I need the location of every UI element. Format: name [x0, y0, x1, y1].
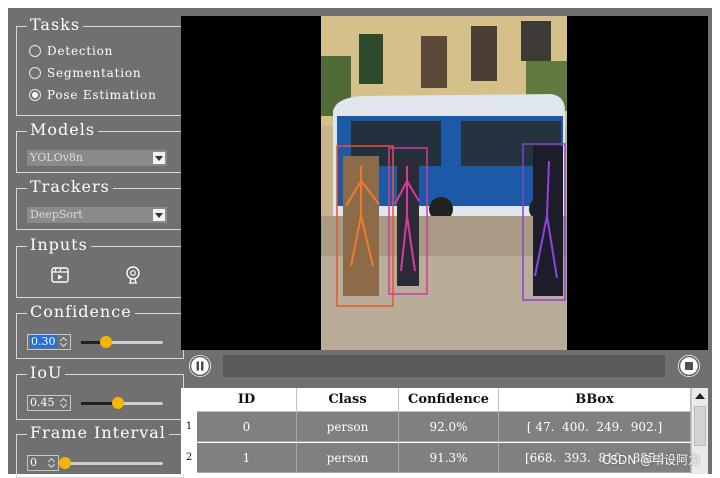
chevron-down-icon[interactable]	[153, 152, 165, 164]
tracker-select[interactable]: DeepSort	[27, 207, 167, 223]
table-header: ID Class Confidence BBox	[197, 388, 691, 412]
cell-id: 1	[197, 443, 297, 473]
row-number: 2	[181, 443, 197, 473]
column-header-class[interactable]: Class	[297, 388, 399, 412]
scrollbar-thumb[interactable]	[694, 406, 706, 446]
cell-class: person	[297, 412, 399, 442]
video-display	[181, 16, 708, 350]
row-number: 1	[181, 412, 197, 442]
models-title: Models	[27, 121, 99, 139]
column-header-bbox[interactable]: BBox	[499, 388, 691, 412]
chevron-down-icon[interactable]	[153, 209, 165, 221]
task-segmentation[interactable]: Segmentation	[29, 65, 141, 81]
frame-interval-slider-handle[interactable]	[59, 457, 71, 469]
tracker-select-value: DeepSort	[30, 208, 83, 221]
scroll-up-icon[interactable]	[694, 390, 706, 402]
frame-interval-value: 0	[30, 456, 37, 469]
models-group: Models YOLOv8n	[16, 121, 184, 173]
cell-bbox: [ 47. 400. 249. 902.]	[499, 412, 691, 442]
watermark: CSDN @毕设阿力	[601, 453, 700, 467]
slider-rest	[65, 462, 163, 465]
iou-slider-handle[interactable]	[112, 397, 124, 409]
video-frame	[321, 16, 567, 350]
confidence-slider[interactable]	[81, 336, 163, 348]
cell-confidence: 92.0%	[399, 412, 499, 442]
confidence-value: 0.30	[30, 335, 57, 348]
trackers-title: Trackers	[27, 178, 113, 196]
radio-segmentation[interactable]	[29, 67, 41, 79]
trackers-group: Trackers DeepSort	[16, 178, 184, 230]
confidence-title: Confidence	[27, 303, 135, 321]
radio-detection[interactable]	[29, 45, 41, 57]
slider-rest	[106, 341, 163, 344]
iou-title: IoU	[27, 364, 66, 382]
model-select-value: YOLOv8n	[30, 151, 83, 164]
stop-icon[interactable]	[678, 355, 700, 377]
webcam-icon[interactable]	[122, 264, 144, 286]
iou-value: 0.45	[30, 396, 55, 409]
inputs-group: Inputs	[16, 236, 184, 298]
confidence-spinbox[interactable]: 0.30	[27, 334, 71, 350]
model-select[interactable]: YOLOv8n	[27, 150, 167, 166]
task-detection-label: Detection	[47, 44, 114, 58]
column-header-id[interactable]: ID	[197, 388, 297, 412]
table-row[interactable]: 0 person 92.0% [ 47. 400. 249. 902.]	[197, 412, 691, 442]
slider-rest	[118, 402, 163, 405]
iou-group: IoU 0.45	[16, 364, 184, 420]
cell-class: person	[297, 443, 399, 473]
task-pose-label: Pose Estimation	[47, 88, 157, 102]
spin-arrows-icon[interactable]	[48, 457, 56, 469]
task-pose-estimation[interactable]: Pose Estimation	[29, 87, 157, 103]
task-segmentation-label: Segmentation	[47, 66, 142, 80]
radio-pose-estimation[interactable]	[29, 89, 41, 101]
street-scene-image	[321, 16, 567, 350]
cell-confidence: 91.3%	[399, 443, 499, 473]
tasks-group: Tasks Detection Segmentation Pose Estima…	[16, 16, 184, 116]
column-header-confidence[interactable]: Confidence	[399, 388, 499, 412]
spin-arrows-icon[interactable]	[60, 397, 68, 409]
inputs-title: Inputs	[27, 236, 91, 254]
iou-spinbox[interactable]: 0.45	[27, 395, 71, 411]
spin-arrows-icon[interactable]	[60, 336, 68, 348]
confidence-slider-handle[interactable]	[100, 336, 112, 348]
iou-slider[interactable]	[81, 397, 163, 409]
frame-interval-group: Frame Interval 0	[16, 424, 184, 478]
cell-id: 0	[197, 412, 297, 442]
frame-interval-title: Frame Interval	[27, 424, 169, 442]
control-panel: Tasks Detection Segmentation Pose Estima…	[16, 12, 184, 478]
confidence-group: Confidence 0.30	[16, 303, 184, 359]
video-file-icon[interactable]	[49, 264, 71, 286]
frame-interval-spinbox[interactable]: 0	[27, 455, 59, 471]
frame-interval-slider[interactable]	[59, 457, 163, 469]
progress-bar[interactable]	[223, 355, 665, 377]
playback-controls	[181, 352, 708, 382]
task-detection[interactable]: Detection	[29, 43, 113, 59]
tasks-title: Tasks	[27, 16, 84, 34]
app-window: Tasks Detection Segmentation Pose Estima…	[8, 8, 712, 478]
pause-icon[interactable]	[189, 355, 211, 377]
